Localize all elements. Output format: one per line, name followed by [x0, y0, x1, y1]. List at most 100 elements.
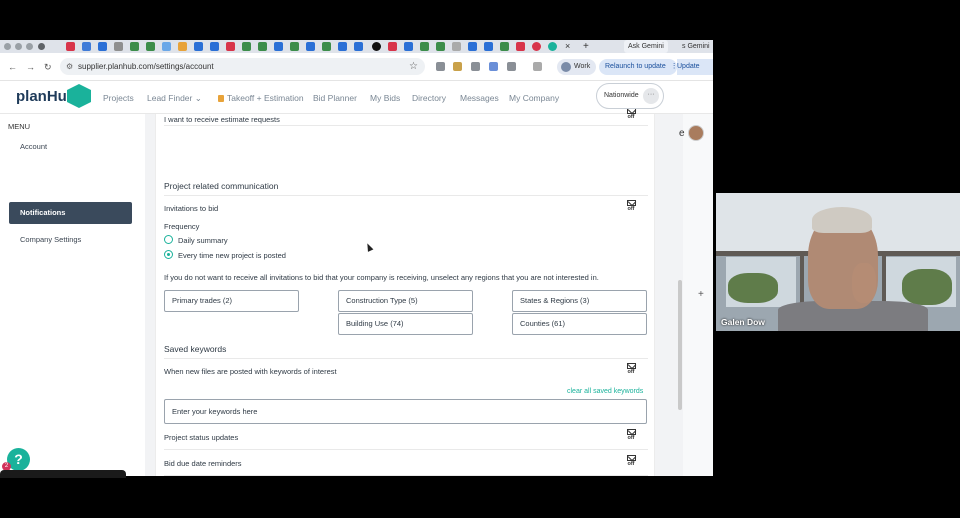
tab-favicon[interactable] [484, 42, 493, 51]
nationwide-selector[interactable]: Nationwide ··· [596, 83, 664, 109]
nationwide-label: Nationwide [604, 92, 639, 99]
back-arrow-icon[interactable]: ← [8, 61, 17, 73]
invitations-toggle[interactable]: off [626, 200, 636, 213]
tab-list-icon[interactable] [38, 43, 45, 50]
address-bar[interactable]: ⚙ supplier.planhub.com/settings/account … [60, 58, 425, 75]
frequency-daily-radio[interactable] [164, 235, 173, 244]
sidebar-item-notifications[interactable]: Notifications [9, 202, 132, 224]
extension-icon[interactable] [507, 62, 516, 71]
tab-favicon[interactable] [290, 42, 299, 51]
tab-favicon[interactable] [404, 42, 413, 51]
tab-favicon[interactable] [210, 42, 219, 51]
tab-favicon[interactable] [178, 42, 187, 51]
sidebar-item-company-settings[interactable]: Company Settings [9, 229, 132, 251]
tab-favicon[interactable] [66, 42, 75, 51]
nav-projects[interactable]: Projects [103, 93, 134, 103]
keywords-row-label: When new files are posted with keywords … [164, 367, 337, 376]
tab-favicon[interactable] [242, 42, 251, 51]
extension-icon[interactable] [533, 62, 542, 71]
status-updates-toggle[interactable]: off [626, 429, 636, 442]
construction-type-button[interactable]: Construction Type (5) [338, 290, 473, 312]
bookmark-star-icon[interactable]: ☆ [409, 58, 418, 75]
tab-favicon[interactable] [372, 42, 381, 51]
tab-favicon[interactable] [420, 42, 429, 51]
window-dot[interactable] [26, 43, 33, 50]
tree [902, 269, 952, 305]
nav-takeoff-label: Takeoff + Estimation [227, 93, 304, 103]
tab-favicon[interactable] [306, 42, 315, 51]
clear-keywords-link[interactable]: clear all saved keywords [567, 388, 643, 395]
section-divider [164, 358, 648, 359]
relaunch-update-button[interactable]: Relaunch to update ⋮ [599, 59, 677, 75]
tab-favicon[interactable] [322, 42, 331, 51]
nav-messages[interactable]: Messages [460, 93, 499, 103]
user-avatar[interactable] [688, 125, 704, 141]
tab-favicon[interactable] [226, 42, 235, 51]
tab-favicon[interactable] [258, 42, 267, 51]
nav-my-bids[interactable]: My Bids [370, 93, 400, 103]
due-reminders-label: Bid due date reminders [164, 459, 242, 468]
sidebar-item-account[interactable]: Account [9, 136, 132, 158]
tab-favicon[interactable] [274, 42, 283, 51]
nav-takeoff-estimation[interactable]: Takeoff + Estimation [218, 93, 304, 103]
tab-favicon[interactable] [500, 42, 509, 51]
window-dot[interactable] [15, 43, 22, 50]
estimate-requests-toggle[interactable]: off [626, 108, 636, 121]
regions-note: If you do not want to receive all invita… [164, 273, 599, 282]
tab-favicon[interactable] [338, 42, 347, 51]
tab-favicon[interactable] [548, 42, 557, 51]
tab-favicon[interactable] [354, 42, 363, 51]
add-icon[interactable]: + [698, 289, 704, 300]
tab-favicon[interactable] [98, 42, 107, 51]
tab-favicon[interactable] [114, 42, 123, 51]
extension-icon[interactable] [489, 62, 498, 71]
reload-icon[interactable]: ↻ [44, 61, 52, 73]
url-text[interactable]: supplier.planhub.com/settings/account [78, 58, 214, 75]
forward-arrow-icon[interactable]: → [26, 61, 35, 73]
nav-my-company[interactable]: My Company [509, 93, 559, 103]
window-dot[interactable] [4, 43, 11, 50]
keywords-toggle[interactable]: off [626, 363, 636, 376]
tab-favicon[interactable] [436, 42, 445, 51]
tab-favicon[interactable] [468, 42, 477, 51]
close-tab-icon[interactable]: × [565, 40, 570, 53]
primary-trades-button[interactable]: Primary trades (2) [164, 290, 299, 312]
tab-favicon[interactable] [82, 42, 91, 51]
tab-favicon[interactable] [532, 42, 541, 51]
due-reminders-toggle[interactable]: off [626, 455, 636, 468]
frequency-daily-label[interactable]: Daily summary [178, 236, 228, 245]
more-icon[interactable]: ··· [643, 88, 659, 104]
notifications-panel: I want to receive estimate requests off … [155, 108, 655, 476]
toggle-state: off [627, 114, 635, 120]
tab-favicon[interactable] [146, 42, 155, 51]
tab-favicon[interactable] [130, 42, 139, 51]
tab-favicon[interactable] [516, 42, 525, 51]
nav-directory[interactable]: Directory [412, 93, 446, 103]
address-bar-row: ← → ↻ ⚙ supplier.planhub.com/settings/ac… [0, 53, 713, 81]
frequency-every-radio[interactable] [164, 250, 173, 259]
scrollbar-thumb[interactable] [678, 280, 682, 410]
nav-lead-finder[interactable]: Lead Finder ⌄ [147, 93, 202, 103]
tab-favicon[interactable] [452, 42, 461, 51]
extension-icon[interactable] [471, 62, 480, 71]
ask-gemini-button[interactable]: Ask Gemini [624, 40, 668, 53]
status-updates-label: Project status updates [164, 433, 239, 442]
frequency-every-label[interactable]: Every time new project is posted [178, 251, 286, 260]
tab-favicon[interactable] [162, 42, 171, 51]
profile-chip[interactable]: Work [557, 59, 597, 75]
keywords-input[interactable]: Enter your keywords here [164, 399, 647, 424]
tab-favicon[interactable] [388, 42, 397, 51]
frequency-label: Frequency [164, 222, 200, 231]
states-regions-button[interactable]: States & Regions (3) [512, 290, 647, 312]
tab-favicon[interactable] [194, 42, 203, 51]
toggle-state: off [627, 461, 635, 467]
nav-bid-planner[interactable]: Bid Planner [313, 93, 357, 103]
user-menu-letter[interactable]: e [679, 128, 685, 139]
building-use-button[interactable]: Building Use (74) [338, 313, 473, 335]
new-tab-button[interactable]: + [583, 40, 589, 53]
update-button[interactable]: Update [677, 59, 713, 75]
counties-button[interactable]: Counties (61) [512, 313, 647, 335]
site-info-icon[interactable]: ⚙ [66, 58, 73, 75]
extension-icon[interactable] [453, 62, 462, 71]
extension-icon[interactable] [436, 62, 445, 71]
